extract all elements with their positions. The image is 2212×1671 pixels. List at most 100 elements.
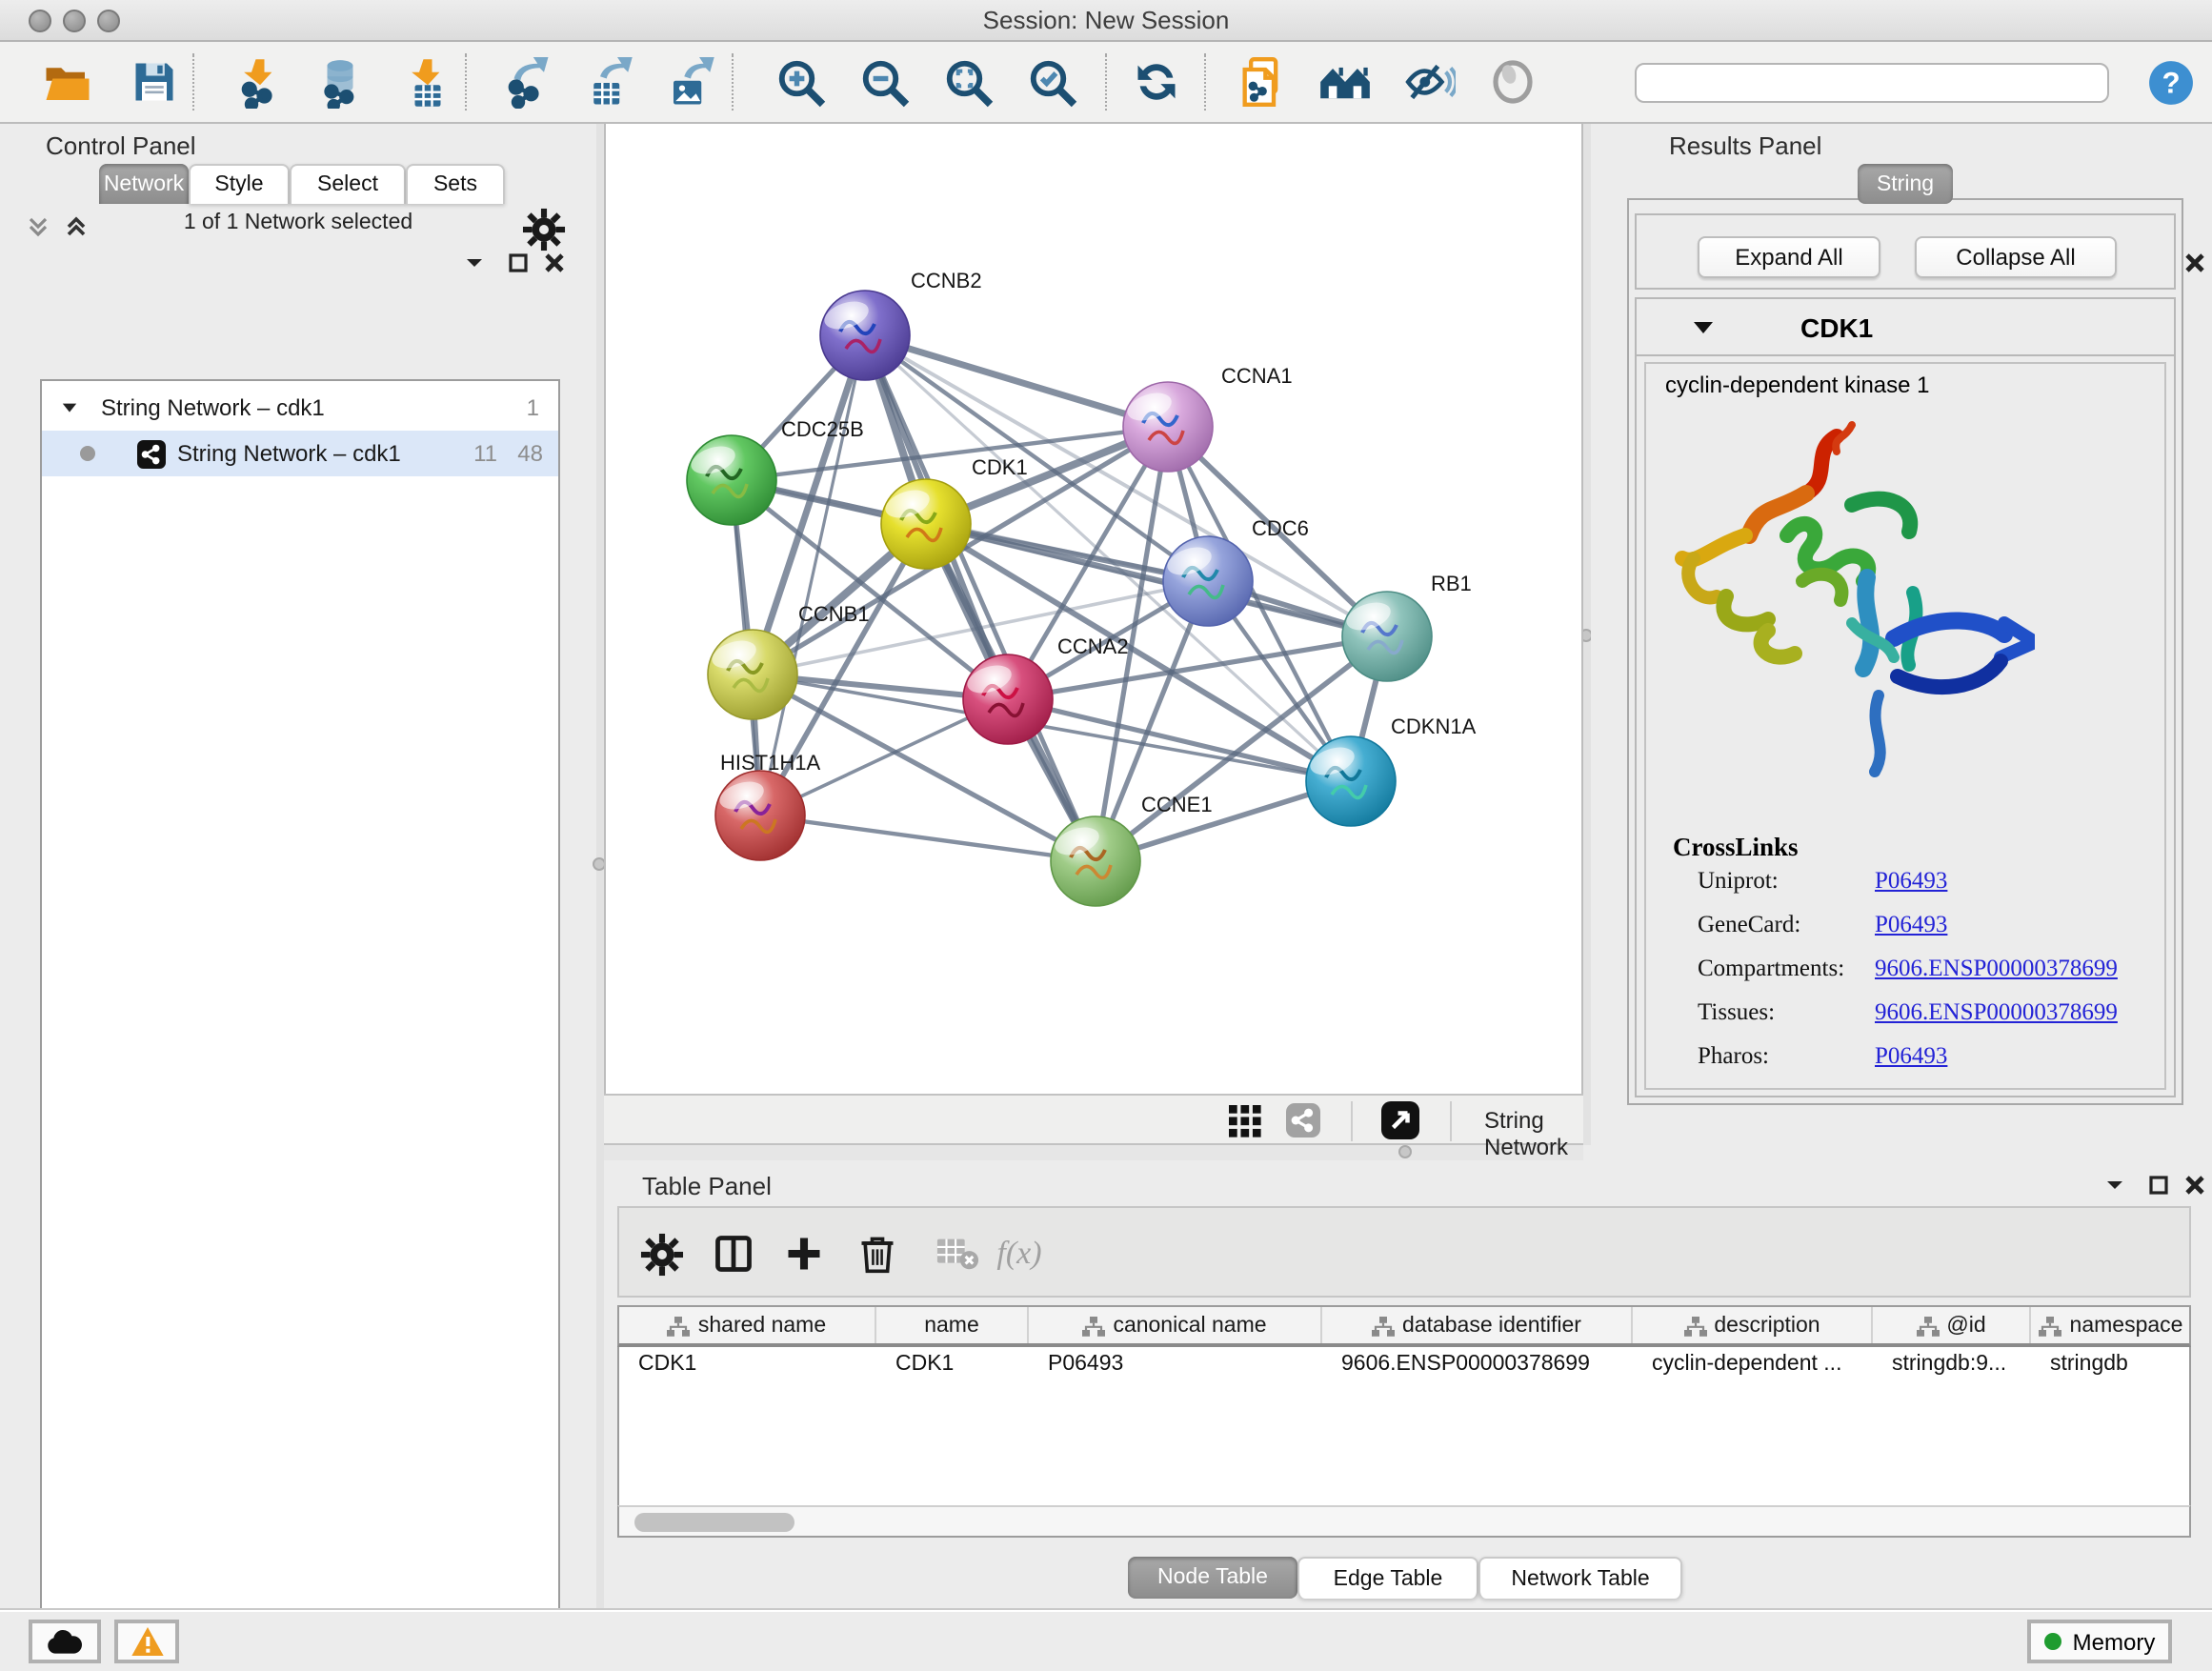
table-cell[interactable]: stringdb xyxy=(2050,1353,2185,1376)
network-node-CCNA2[interactable] xyxy=(963,654,1053,744)
table-delete-icon[interactable] xyxy=(934,1231,979,1277)
crosslink-link[interactable]: P06493 xyxy=(1875,911,1947,939)
node-label-CCNA1: CCNA1 xyxy=(1221,364,1293,388)
birdseye-view-icon[interactable] xyxy=(1381,1101,1419,1139)
gene-header[interactable]: CDK1 xyxy=(1637,299,2174,356)
copy-share-document-icon[interactable] xyxy=(1235,55,1288,109)
close-panel-icon[interactable] xyxy=(2182,250,2208,276)
maximize-panel-icon[interactable] xyxy=(2145,1172,2172,1198)
column-header-description[interactable]: description xyxy=(1633,1307,1873,1345)
crosslink-link[interactable]: P06493 xyxy=(1875,867,1947,896)
tab-network[interactable]: Network xyxy=(99,164,189,204)
network-node-HIST1H1A[interactable] xyxy=(715,771,805,860)
network-node-CCNA1[interactable] xyxy=(1123,382,1213,472)
hide-eye-icon[interactable] xyxy=(1402,55,1456,109)
crosslink-label: Compartments: xyxy=(1698,955,1844,981)
warning-button[interactable] xyxy=(114,1620,179,1663)
import-table-icon[interactable] xyxy=(400,55,453,109)
crosslink-link[interactable]: 9606.ENSP00000378699 xyxy=(1875,998,2118,1027)
grid-view-icon[interactable] xyxy=(1229,1105,1261,1137)
search-input[interactable] xyxy=(1635,63,2109,103)
main-toolbar: ? xyxy=(0,42,2212,124)
edge-CCNB2-CCNE1[interactable] xyxy=(865,335,1096,861)
crosslink-link[interactable]: P06493 xyxy=(1875,1042,1947,1071)
float-panel-icon[interactable] xyxy=(461,250,488,276)
tab-style[interactable]: Style xyxy=(189,164,290,204)
node-label-RB1: RB1 xyxy=(1431,572,1472,595)
gear-icon[interactable] xyxy=(638,1231,684,1277)
column-header-canonical-name[interactable]: canonical name xyxy=(1029,1307,1322,1345)
trash-icon[interactable] xyxy=(854,1231,899,1277)
tab-sets[interactable]: Sets xyxy=(406,164,505,204)
export-image-icon[interactable] xyxy=(663,55,716,109)
crosslink-link[interactable]: 9606.ENSP00000378699 xyxy=(1875,955,2118,983)
network-options-gear-icon[interactable] xyxy=(522,208,566,252)
fx-icon[interactable]: f(x) xyxy=(996,1231,1042,1277)
open-folder-icon[interactable] xyxy=(40,55,93,109)
eye-disabled-icon[interactable] xyxy=(1486,55,1539,109)
column-header-name[interactable]: name xyxy=(876,1307,1029,1345)
zoom-in-icon[interactable] xyxy=(774,55,827,109)
network-node-CCNB1[interactable] xyxy=(708,630,797,719)
help-icon[interactable]: ? xyxy=(2143,55,2197,109)
toolbar-separator xyxy=(732,53,734,111)
tab-network-table[interactable]: Network Table xyxy=(1478,1557,1682,1599)
float-panel-icon[interactable] xyxy=(2101,1172,2128,1198)
import-network-icon[interactable] xyxy=(232,55,286,109)
tree-expander-icon[interactable] xyxy=(61,399,78,416)
table-cell[interactable]: 9606.ENSP00000378699 xyxy=(1341,1353,1625,1376)
edge-HIST1H1A-CCNE1[interactable] xyxy=(760,815,1096,861)
edge-CCNB2-CCNA1[interactable] xyxy=(865,335,1168,427)
cloud-button[interactable] xyxy=(29,1620,101,1663)
zoom-out-icon[interactable] xyxy=(857,55,911,109)
network-node-RB1[interactable] xyxy=(1342,592,1432,681)
table-cell[interactable]: CDK1 xyxy=(638,1353,869,1376)
network-canvas[interactable]: CCNB2CCNA1CDC25BCDK1CDC6RB1CCNB1CCNA2CDK… xyxy=(604,124,1583,1094)
close-panel-icon[interactable] xyxy=(2182,1172,2208,1198)
import-network-database-icon[interactable] xyxy=(312,55,366,109)
zoom-fit-icon[interactable] xyxy=(941,55,995,109)
network-view-type-icon[interactable] xyxy=(1286,1103,1320,1137)
columns-icon[interactable] xyxy=(711,1231,756,1277)
save-icon[interactable] xyxy=(128,55,181,109)
maximize-panel-icon[interactable] xyxy=(505,250,532,276)
network-node-CCNB2[interactable] xyxy=(820,291,910,380)
scrollbar-thumb[interactable] xyxy=(634,1513,794,1532)
network-node-CDC25B[interactable] xyxy=(687,435,776,525)
bottom-splitter[interactable] xyxy=(604,1145,1583,1160)
table-hscrollbar[interactable] xyxy=(617,1505,2191,1538)
table-cell[interactable]: P06493 xyxy=(1048,1353,1315,1376)
edge-CDK1-RB1[interactable] xyxy=(926,524,1387,636)
export-table-icon[interactable] xyxy=(581,55,634,109)
export-network-icon[interactable] xyxy=(499,55,553,109)
refresh-icon[interactable] xyxy=(1130,55,1183,109)
collapse-all-button[interactable]: Collapse All xyxy=(1915,236,2117,278)
network-node-CCNE1[interactable] xyxy=(1051,816,1140,906)
tab-select[interactable]: Select xyxy=(290,164,406,204)
tab-edge-table[interactable]: Edge Table xyxy=(1297,1557,1478,1599)
table-cell[interactable]: CDK1 xyxy=(895,1353,1021,1376)
plus-icon[interactable] xyxy=(781,1231,827,1277)
home-pair-icon[interactable] xyxy=(1318,55,1372,109)
memory-button[interactable]: Memory xyxy=(2027,1620,2172,1663)
network-collection-row[interactable]: String Network – cdk1 1 xyxy=(42,385,558,431)
left-splitter[interactable] xyxy=(596,124,604,1608)
tab-string[interactable]: String xyxy=(1858,164,1953,204)
section-expander-icon[interactable] xyxy=(1694,320,1713,337)
close-panel-icon[interactable] xyxy=(541,250,568,276)
expand-all-button[interactable]: Expand All xyxy=(1698,236,1880,278)
table-cell[interactable]: stringdb:9... xyxy=(1892,1353,2023,1376)
column-header-database-identifier[interactable]: database identifier xyxy=(1322,1307,1633,1345)
tab-node-table[interactable]: Node Table xyxy=(1128,1557,1297,1599)
column-header-namespace[interactable]: namespace xyxy=(2031,1307,2191,1345)
network-node-CDC6[interactable] xyxy=(1163,536,1253,626)
column-header--id[interactable]: @id xyxy=(1873,1307,2031,1345)
network-node-CDKN1A[interactable] xyxy=(1306,736,1396,826)
network-row-selected[interactable]: String Network – cdk1 11 48 xyxy=(42,431,558,476)
control-panel-title: Control Panel xyxy=(46,131,196,160)
column-header-shared-name[interactable]: shared name xyxy=(619,1307,876,1345)
svg-text:?: ? xyxy=(2161,65,2179,98)
table-cell[interactable]: cyclin-dependent ... xyxy=(1652,1353,1865,1376)
zoom-selected-icon[interactable] xyxy=(1025,55,1078,109)
network-node-CDK1[interactable] xyxy=(881,479,971,569)
